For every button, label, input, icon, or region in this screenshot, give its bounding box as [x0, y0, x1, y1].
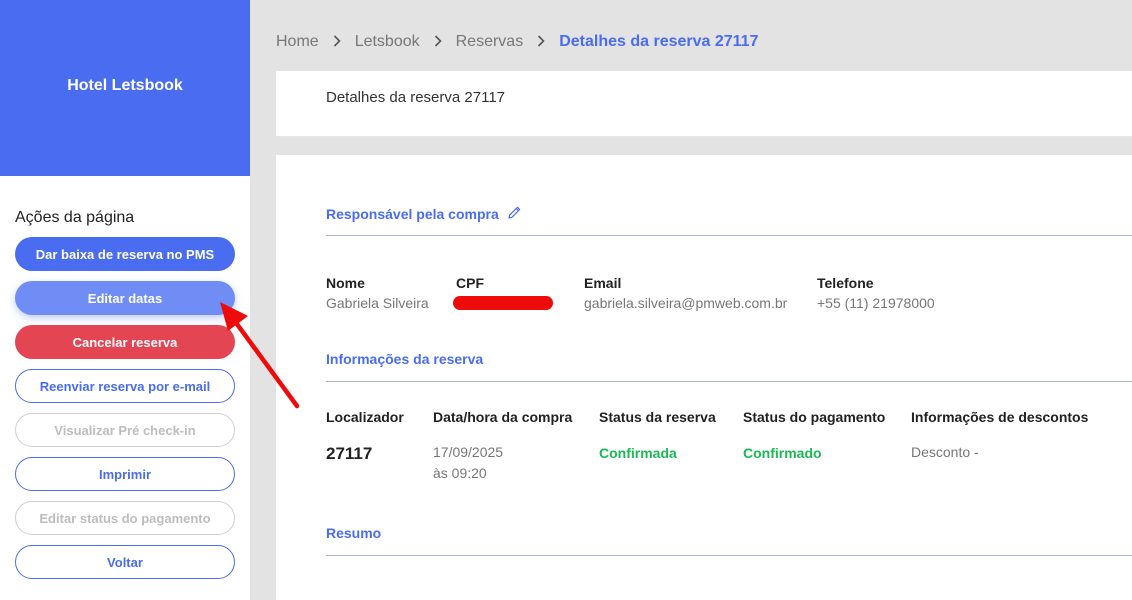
- reservation-details-card: Responsável pela compra Nome Gabriela Si…: [276, 155, 1132, 600]
- phone-label: Telefone: [817, 275, 874, 291]
- purchase-time: às 09:20: [433, 465, 487, 481]
- chevron-right-icon: [434, 34, 442, 50]
- email-value: gabriela.silveira@pmweb.com.br: [584, 295, 788, 311]
- reservation-divider: [326, 381, 1132, 382]
- phone-value: +55 (11) 21978000: [817, 295, 935, 311]
- discount-value: Desconto -: [911, 444, 979, 460]
- buyer-section-label: Responsável pela compra: [326, 206, 499, 222]
- purchase-date: 17/09/2025: [433, 444, 504, 460]
- email-label: Email: [584, 275, 622, 291]
- cpf-redaction: [453, 296, 553, 310]
- locator-header: Localizador: [326, 409, 404, 425]
- breadcrumb-reservas[interactable]: Reservas: [456, 33, 524, 51]
- hotel-name: Hotel Letsbook: [67, 77, 183, 94]
- sidebar: Hotel Letsbook Ações da página Dar baixa…: [0, 0, 250, 600]
- reenviar-email-button[interactable]: Reenviar reserva por e-mail: [15, 369, 235, 403]
- page-actions-title: Ações da página: [15, 209, 135, 226]
- payment-status-value: Confirmado: [743, 445, 822, 461]
- imprimir-button[interactable]: Imprimir: [15, 457, 235, 491]
- buyer-section-title: Responsável pela compra: [326, 205, 522, 223]
- breadcrumb-letsbook[interactable]: Letsbook: [355, 33, 420, 51]
- cpf-label: CPF: [456, 275, 484, 291]
- breadcrumb-home[interactable]: Home: [276, 33, 319, 51]
- reservation-status-value: Confirmada: [599, 445, 677, 461]
- breadcrumb: Home Letsbook Reservas Detalhes da reser…: [276, 33, 758, 51]
- pencil-icon[interactable]: [507, 205, 522, 223]
- editar-datas-button[interactable]: Editar datas: [15, 281, 235, 315]
- dar-baixa-pms-button[interactable]: Dar baixa de reserva no PMS: [15, 237, 235, 271]
- summary-section-title: Resumo: [326, 525, 382, 541]
- chevron-right-icon: [333, 34, 341, 50]
- chevron-right-icon: [537, 34, 545, 50]
- reservation-status-header: Status da reserva: [599, 409, 716, 425]
- discount-info-header: Informações de descontos: [911, 409, 1089, 425]
- locator-value: 27117: [326, 444, 373, 463]
- voltar-button[interactable]: Voltar: [15, 545, 235, 579]
- breadcrumb-current: Detalhes da reserva 27117: [559, 33, 759, 50]
- cancelar-reserva-button[interactable]: Cancelar reserva: [15, 325, 235, 359]
- brand-header: Hotel Letsbook: [0, 0, 250, 176]
- page-header-card: Detalhes da reserva 27117: [276, 71, 1132, 137]
- page-title: Detalhes da reserva 27117: [326, 89, 506, 106]
- editar-status-pagamento-button[interactable]: Editar status do pagamento: [15, 501, 235, 535]
- purchase-datetime-header: Data/hora da compra: [433, 409, 573, 425]
- name-value: Gabriela Silveira: [326, 295, 429, 311]
- name-label: Nome: [326, 275, 365, 291]
- visualizar-pre-checkin-button[interactable]: Visualizar Pré check-in: [15, 413, 235, 447]
- reservation-section-title: Informações da reserva: [326, 351, 484, 367]
- summary-divider: [326, 555, 1132, 556]
- buyer-divider: [326, 235, 1132, 236]
- payment-status-header: Status do pagamento: [743, 409, 886, 425]
